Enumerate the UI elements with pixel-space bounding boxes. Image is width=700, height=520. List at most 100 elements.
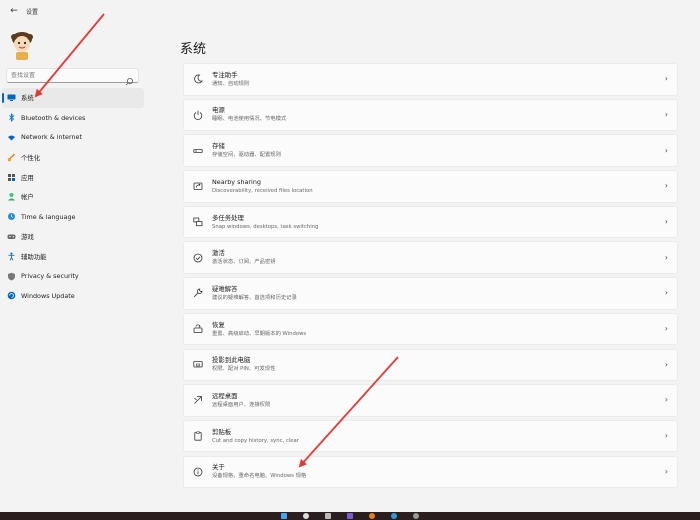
- chevron-right-icon: ›: [664, 252, 668, 262]
- sidebar-item-time-language[interactable]: Time & language: [2, 207, 144, 227]
- sidebar-item-label: 个性化: [21, 153, 41, 162]
- sidebar-item-accessibility[interactable]: 辅助功能: [2, 246, 144, 266]
- sidebar-item-label: Windows Update: [21, 291, 75, 300]
- card-subtitle: 睡眠、电池使用情况、节电模式: [212, 116, 287, 123]
- sidebar-nav: 系统 Bluetooth & devices Network & interne…: [2, 88, 144, 306]
- chevron-right-icon: ›: [664, 74, 668, 84]
- chevron-right-icon: ›: [664, 109, 668, 119]
- sidebar-item-network[interactable]: Network & internet: [2, 128, 144, 148]
- card-recovery[interactable]: 恢复 重置、高级启动、早期版本的 Windows ›: [183, 312, 678, 346]
- card-title: 专注助手: [212, 70, 238, 79]
- recovery-icon: [184, 314, 212, 345]
- back-button[interactable]: ←: [6, 3, 22, 19]
- card-storage[interactable]: 存储 存储空间、驱动器、配置规则 ›: [183, 134, 678, 167]
- card-subtitle: Snap windows, desktops, task switching: [212, 223, 319, 230]
- card-clipboard[interactable]: 剪贴板 Cut and copy history, sync, clear ›: [183, 419, 678, 453]
- shield-icon: [7, 272, 16, 281]
- app-title: 设置: [26, 8, 39, 16]
- sidebar-item-bluetooth[interactable]: Bluetooth & devices: [2, 108, 144, 128]
- chevron-right-icon: ›: [664, 145, 668, 155]
- avatar[interactable]: [9, 30, 35, 60]
- apps-icon: [7, 173, 16, 182]
- card-subtitle: 建议的疑难解答、首选项和历史记录: [212, 294, 297, 301]
- task-view-icon[interactable]: [325, 513, 331, 519]
- card-remote-desktop[interactable]: 远程桌面 远程桌面用户、连接权限 ›: [183, 384, 678, 417]
- power-icon: [184, 100, 212, 131]
- sidebar: 系统 Bluetooth & devices Network & interne…: [0, 22, 150, 512]
- accessibility-icon: [7, 252, 16, 261]
- chevron-right-icon: ›: [664, 288, 668, 298]
- card-title: Nearby sharing: [212, 177, 261, 186]
- chevron-right-icon: ›: [664, 466, 668, 476]
- chevron-right-icon: ›: [664, 359, 668, 369]
- update-icon: [7, 291, 16, 300]
- settings-taskbar-icon[interactable]: [413, 513, 419, 519]
- chevron-right-icon: ›: [664, 395, 668, 405]
- sidebar-item-label: 游戏: [21, 232, 34, 241]
- share-icon: [184, 171, 212, 202]
- card-about[interactable]: 关于 设备规格，重命名电脑、Windows 规格 ›: [183, 455, 678, 489]
- app-icon[interactable]: [391, 513, 397, 519]
- search-box: [6, 68, 139, 86]
- search-input[interactable]: [11, 72, 121, 79]
- sidebar-item-personalization[interactable]: 个性化: [2, 147, 144, 167]
- card-title: 剪贴板: [212, 427, 232, 436]
- card-subtitle: 设备规格，重命名电脑、Windows 规格: [212, 473, 307, 480]
- sidebar-item-windows-update[interactable]: Windows Update: [2, 286, 144, 306]
- card-title: 多任务处理: [212, 213, 244, 222]
- card-title: 电源: [212, 106, 225, 115]
- card-multitasking[interactable]: 多任务处理 Snap windows, desktops, task switch…: [183, 205, 678, 239]
- sidebar-item-apps[interactable]: 应用: [2, 167, 144, 187]
- sidebar-item-system[interactable]: 系统: [2, 88, 144, 108]
- card-subtitle: 激活状态、订阅、产品密钥: [212, 259, 276, 266]
- clipboard-icon: [184, 421, 212, 452]
- sidebar-item-gaming[interactable]: 游戏: [2, 227, 144, 247]
- sidebar-item-label: 帐户: [21, 193, 34, 202]
- card-subtitle: 权限、配对 PIN、可发现性: [212, 366, 276, 373]
- sidebar-item-label: Time & language: [21, 212, 76, 221]
- sidebar-item-privacy[interactable]: Privacy & security: [2, 266, 144, 286]
- wrench-icon: [184, 278, 212, 309]
- card-project-to-pc[interactable]: 投影到此电脑 权限、配对 PIN、可发现性 ›: [183, 348, 678, 381]
- card-title: 存储: [212, 142, 225, 151]
- start-icon[interactable]: [281, 513, 287, 519]
- sidebar-item-accounts[interactable]: 帐户: [2, 187, 144, 207]
- chevron-right-icon: ›: [664, 217, 668, 226]
- sidebar-item-label: Privacy & security: [21, 272, 79, 281]
- card-subtitle: 通知、自动规则: [212, 80, 250, 87]
- settings-card-list: 专注助手 通知、自动规则 › 电源 睡眠、电池使用情况、节电模式 › 存储 存储空间、…: [183, 63, 678, 491]
- card-subtitle: Discoverability, received files location: [212, 187, 313, 194]
- person-icon: [7, 192, 16, 201]
- card-title: 远程桌面: [212, 391, 238, 400]
- chevron-right-icon: ›: [664, 181, 668, 191]
- project-icon: [184, 350, 212, 381]
- sidebar-item-label: Network & internet: [21, 133, 82, 142]
- card-title: 疑难解答: [212, 284, 238, 293]
- gamepad-icon: [7, 232, 16, 241]
- sidebar-item-label: Bluetooth & devices: [21, 113, 86, 122]
- wifi-icon: [7, 133, 16, 142]
- card-title: 恢复: [212, 320, 225, 329]
- card-title: 关于: [212, 463, 225, 472]
- card-power[interactable]: 电源 睡眠、电池使用情况、节电模式 ›: [183, 98, 678, 132]
- storage-icon: [184, 135, 212, 166]
- taskbar: [0, 512, 700, 520]
- globe-clock-icon: [7, 212, 16, 221]
- page-title: 系统: [180, 42, 207, 57]
- card-activation[interactable]: 激活 激活状态、订阅、产品密钥 ›: [183, 241, 678, 274]
- card-focus-assist[interactable]: 专注助手 通知、自动规则 ›: [183, 63, 678, 96]
- search-icon[interactable]: [125, 71, 134, 86]
- card-troubleshoot[interactable]: 疑难解答 建议的疑难解答、首选项和历史记录 ›: [183, 277, 678, 310]
- title-bar: ← 设置: [0, 0, 700, 22]
- check-circle-icon: [184, 242, 212, 273]
- chat-icon[interactable]: [347, 513, 353, 519]
- info-icon: [184, 457, 212, 488]
- remote-desktop-icon: [184, 385, 212, 416]
- search-taskbar-icon[interactable]: [303, 513, 309, 519]
- settings-window: ← 设置 查找设置 系统 Bluetooth & devices Network…: [0, 0, 700, 512]
- card-nearby-sharing[interactable]: Nearby sharing Discoverability, received …: [183, 170, 678, 203]
- sidebar-item-label: 辅助功能: [21, 252, 47, 261]
- card-subtitle: Cut and copy history, sync, clear: [212, 437, 299, 444]
- browser-icon[interactable]: [369, 513, 375, 519]
- multitask-icon: [184, 207, 212, 238]
